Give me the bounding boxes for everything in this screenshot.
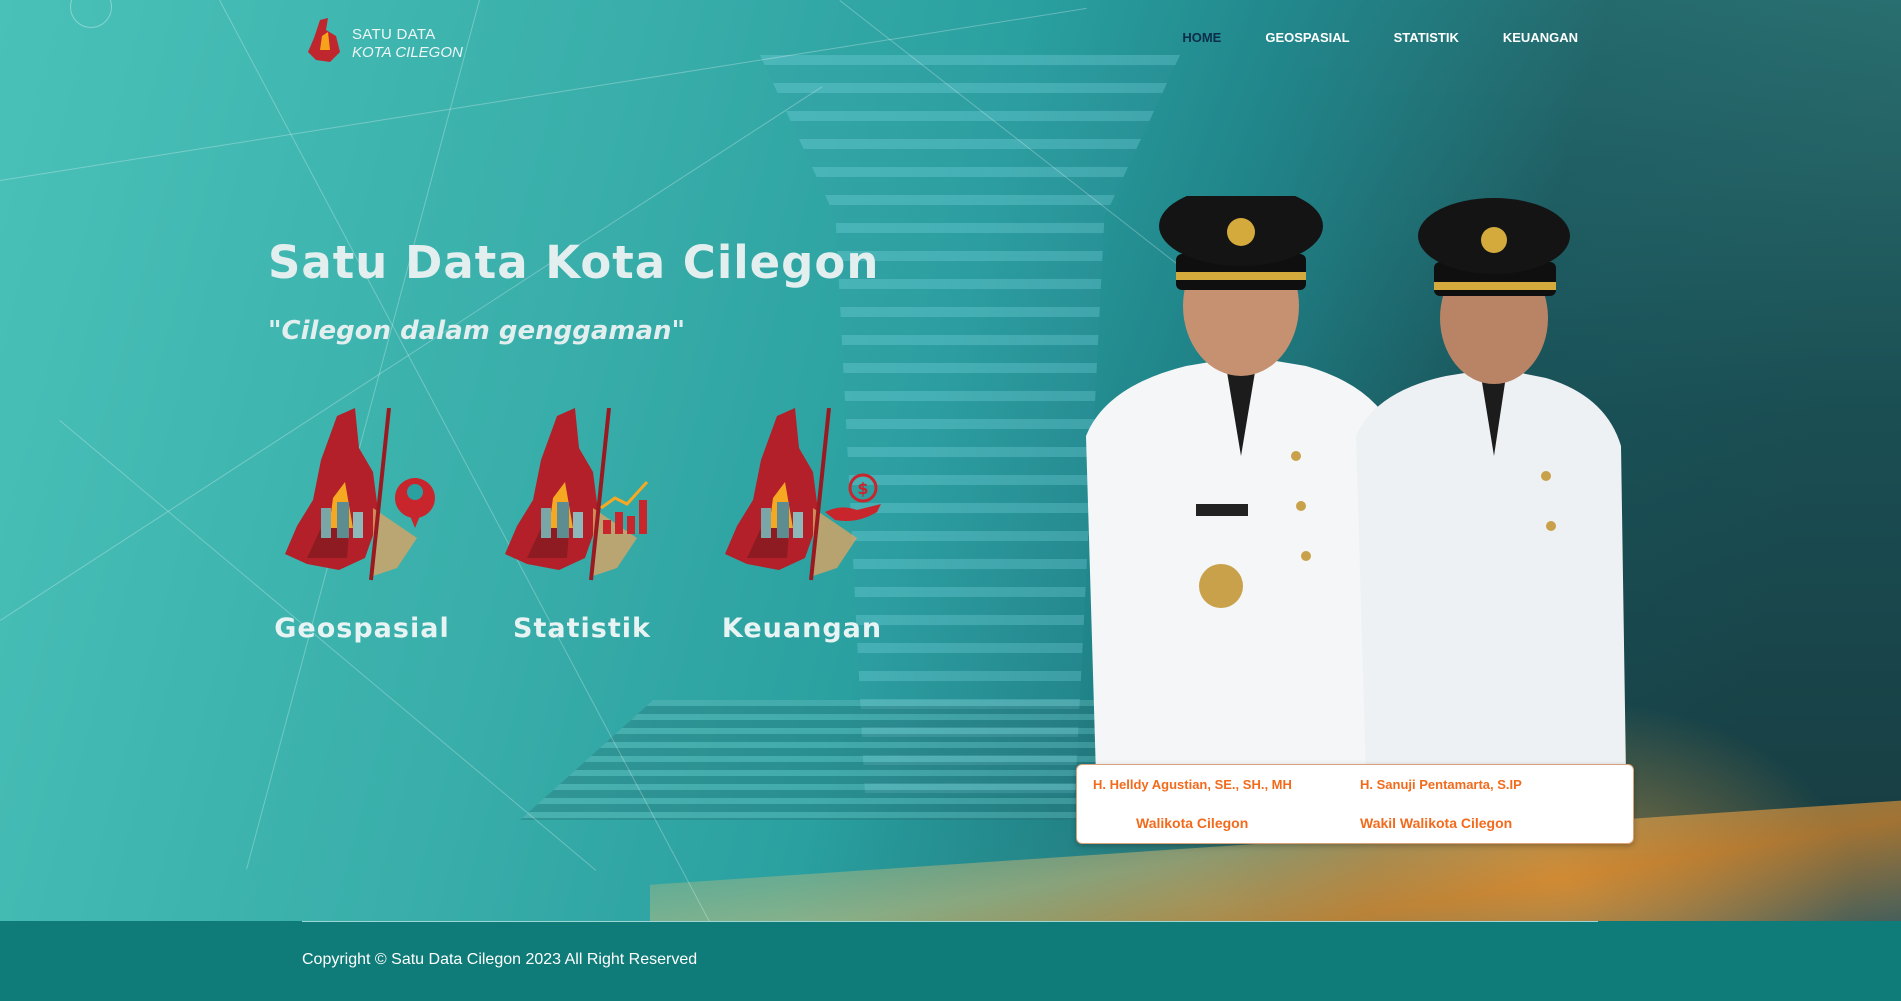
nav-item-home[interactable]: HOME: [1182, 30, 1221, 45]
copyright-text: Copyright © Satu Data Cilegon 2023 All R…: [302, 951, 698, 968]
nav-item-geospasial[interactable]: GEOSPASIAL: [1265, 30, 1349, 45]
logo-text-line1: SATU DATA: [352, 26, 436, 43]
page-tagline: "Cilegon dalam genggaman": [268, 316, 686, 346]
keuangan-illustration: $: [725, 408, 881, 581]
svg-text:$: $: [857, 479, 868, 498]
nav-item-keuangan[interactable]: KEUANGAN: [1503, 30, 1578, 45]
page-title: Satu Data Kota Cilegon: [268, 236, 880, 289]
main-nav: HOME GEOSPASIAL STATISTIK KEUANGAN: [1182, 30, 1578, 45]
mayor-name: H. Helldy Agustian, SE., SH., MH: [1093, 777, 1292, 792]
site-logo[interactable]: SATU DATA KOTA CILEGON: [306, 16, 476, 64]
leaders-photo: [1086, 196, 1626, 776]
site-footer: Copyright © Satu Data Cilegon 2023 All R…: [0, 921, 1901, 1001]
mayor-role: Walikota Cilegon: [1136, 815, 1249, 831]
geospasial-illustration: [285, 408, 435, 581]
category-label: Statistik: [513, 613, 651, 644]
deputy-mayor-name: H. Sanuji Pentamarta, S.IP: [1360, 777, 1522, 792]
deputy-mayor-role: Wakil Walikota Cilegon: [1360, 815, 1513, 831]
category-label: Keuangan: [721, 613, 883, 644]
statistik-illustration: [505, 408, 649, 581]
category-label: Geospasial: [274, 613, 450, 644]
leaders-name-card: H. Helldy Agustian, SE., SH., MH H. Sanu…: [1076, 764, 1634, 844]
logo-icon: [308, 18, 340, 62]
category-geospasial[interactable]: Geospasial: [262, 408, 462, 658]
footer-divider: [302, 921, 1598, 922]
logo-text-line2: KOTA CILEGON: [352, 44, 463, 61]
category-keuangan[interactable]: $ Keuangan: [702, 408, 902, 658]
category-statistik[interactable]: Statistik: [482, 408, 682, 658]
nav-item-statistik[interactable]: STATISTIK: [1394, 30, 1459, 45]
